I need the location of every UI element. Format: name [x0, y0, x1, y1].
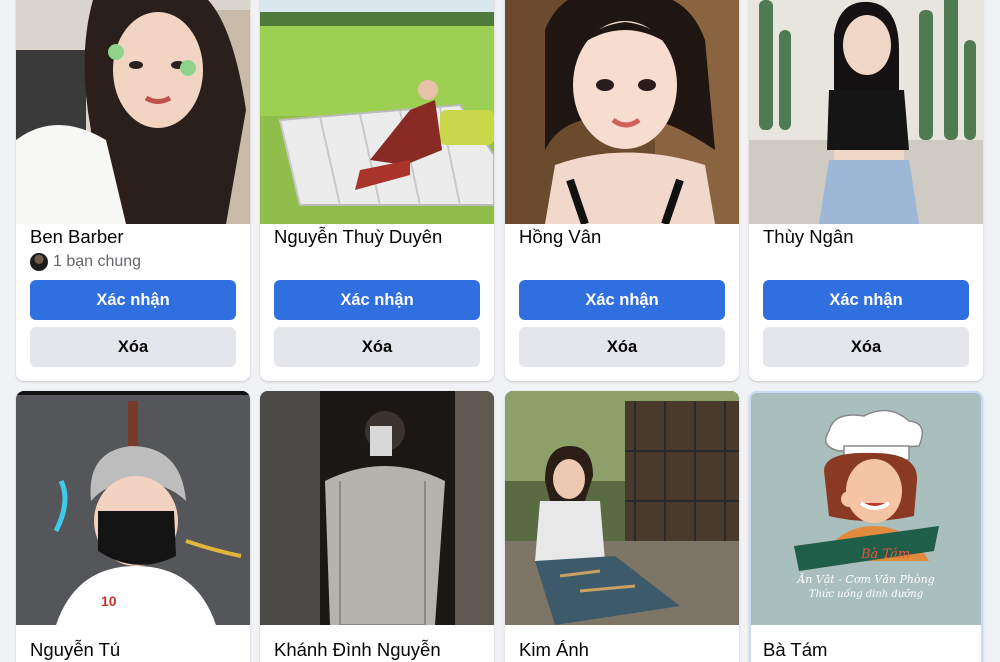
friend-request-card: Kim Ánh: [505, 391, 739, 662]
delete-button[interactable]: Xóa: [274, 327, 480, 367]
mutual-friends[interactable]: 1 bạn chung: [30, 253, 141, 271]
friend-name[interactable]: Nguyễn Thuỳ Duyên: [274, 226, 442, 248]
friend-request-card: Khánh Đình Nguyễn: [260, 391, 494, 662]
profile-photo[interactable]: [260, 0, 494, 224]
friend-request-card: Nguyễn Thuỳ Duyên Xác nhận Xóa: [260, 0, 494, 381]
profile-photo[interactable]: [260, 391, 494, 625]
brand-logo-tagline-2: Thức uống dinh dưỡng: [809, 589, 923, 600]
mutual-friends-label: 1 bạn chung: [53, 253, 142, 270]
friend-name[interactable]: Thùy Ngân: [763, 226, 854, 248]
profile-photo[interactable]: [505, 0, 739, 224]
friend-name[interactable]: Nguyễn Tú: [30, 639, 120, 661]
friend-request-card: Thùy Ngân Xác nhận Xóa: [749, 0, 983, 381]
brand-logo-name: Bà Tám: [860, 547, 910, 562]
friend-name[interactable]: Bà Tám: [763, 639, 827, 661]
friend-name[interactable]: Ben Barber: [30, 226, 124, 248]
brand-logo-tagline-1: Ăn Vặt - Cơm Văn Phòng: [796, 572, 934, 586]
mutual-friend-avatar: [30, 253, 48, 271]
confirm-button[interactable]: Xác nhận: [274, 280, 480, 320]
profile-photo[interactable]: Bà Tám Ăn Vặt - Cơm Văn Phòng Thức uống …: [749, 391, 983, 625]
friend-name[interactable]: Hồng Vân: [519, 226, 601, 248]
confirm-button[interactable]: Xác nhận: [30, 280, 236, 320]
profile-photo[interactable]: [505, 391, 739, 625]
delete-button[interactable]: Xóa: [30, 327, 236, 367]
friend-request-card: Hồng Vân Xác nhận Xóa: [505, 0, 739, 381]
delete-button[interactable]: Xóa: [519, 327, 725, 367]
friend-name[interactable]: Kim Ánh: [519, 639, 589, 661]
confirm-button[interactable]: Xác nhận: [763, 280, 969, 320]
profile-photo[interactable]: 10: [16, 391, 250, 625]
profile-photo[interactable]: [749, 0, 983, 224]
jersey-number: 10: [101, 593, 117, 609]
delete-button[interactable]: Xóa: [763, 327, 969, 367]
friend-name[interactable]: Khánh Đình Nguyễn: [274, 639, 441, 661]
friend-request-card: 10 Nguyễn Tú: [16, 391, 250, 662]
profile-photo[interactable]: [16, 0, 250, 224]
friend-request-card: Bà Tám Ăn Vặt - Cơm Văn Phòng Thức uống …: [749, 391, 983, 662]
friend-request-card: Ben Barber 1 bạn chung Xác nhận Xóa: [16, 0, 250, 381]
confirm-button[interactable]: Xác nhận: [519, 280, 725, 320]
